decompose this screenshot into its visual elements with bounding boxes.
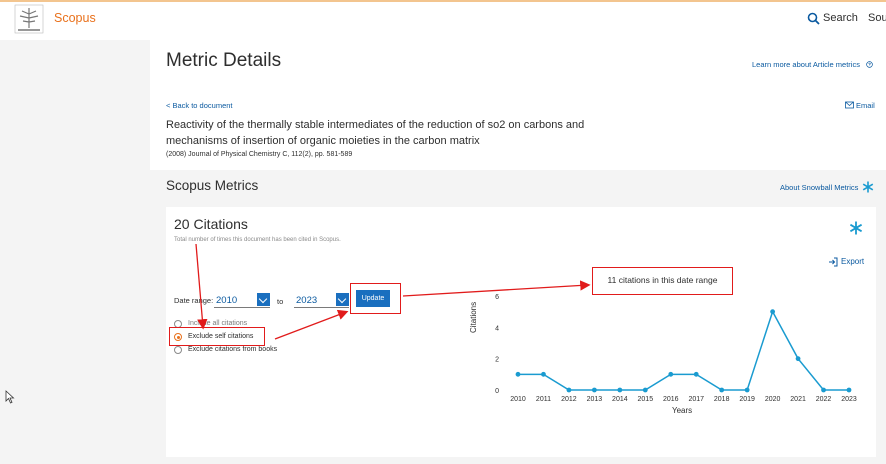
series-line xyxy=(518,309,849,391)
from-year-value: 2010 xyxy=(216,295,238,306)
top-bar xyxy=(0,0,886,40)
search-icon[interactable] xyxy=(807,12,820,25)
x-tick-label: 2017 xyxy=(688,396,704,403)
y-tick-label: 0 xyxy=(495,388,499,395)
to-year-select[interactable]: 2023 xyxy=(294,293,349,308)
x-tick-label: 2012 xyxy=(561,396,577,403)
data-point[interactable] xyxy=(719,387,725,393)
elsevier-logo-icon[interactable] xyxy=(14,4,44,34)
x-tick-label: 2020 xyxy=(765,396,781,403)
exclude-self-highlight-box xyxy=(169,327,265,346)
export-link[interactable]: Export xyxy=(841,257,864,266)
about-snowball-metrics-link[interactable]: About Snowball Metrics xyxy=(780,183,858,192)
document-title: Reactivity of the thermally stable inter… xyxy=(166,119,585,147)
x-tick-label: 2014 xyxy=(612,396,628,403)
citations-line-chart: 0 2 4 6 2010 2011 2012 2013 2014 2015 2016 2017 2018… xyxy=(495,294,857,403)
data-point[interactable] xyxy=(821,387,826,393)
mouse-cursor-icon xyxy=(5,390,15,404)
data-point[interactable] xyxy=(846,387,852,393)
learn-more-link[interactable]: Learn more about Article metrics xyxy=(752,60,860,69)
email-icon[interactable] xyxy=(845,101,854,109)
x-tick-label: 2011 xyxy=(536,396,551,403)
chevron-down-icon[interactable] xyxy=(257,293,270,306)
scopus-brand[interactable]: Scopus xyxy=(54,11,96,25)
data-point[interactable] xyxy=(795,356,801,362)
y-tick-label: 4 xyxy=(495,325,499,332)
data-point[interactable] xyxy=(591,387,597,393)
chevron-down-icon[interactable] xyxy=(336,293,349,306)
chart-x-axis-label: Years xyxy=(672,406,693,415)
sources-link[interactable]: Sour xyxy=(868,12,886,24)
exclude-books-radio[interactable] xyxy=(174,346,182,354)
document-source: (2008) Journal of Physical Chemistry C, … xyxy=(166,151,353,158)
data-point[interactable] xyxy=(617,387,623,393)
data-point[interactable] xyxy=(668,371,674,377)
email-link[interactable]: Email xyxy=(856,101,875,110)
help-icon[interactable] xyxy=(866,61,873,68)
x-tick-label: 2016 xyxy=(663,396,679,403)
data-point[interactable] xyxy=(541,371,546,377)
export-icon[interactable] xyxy=(828,257,838,267)
snowflake-icon[interactable] xyxy=(849,221,863,235)
data-point[interactable] xyxy=(515,371,521,377)
x-tick-label: 2023 xyxy=(841,396,857,403)
citations-count: 20 Citations xyxy=(174,216,248,232)
to-year-value: 2023 xyxy=(296,295,318,306)
data-point[interactable] xyxy=(693,371,699,377)
chart-y-axis-label: Citations xyxy=(469,301,478,333)
to-label: to xyxy=(277,297,284,306)
citations-description: Total number of times this document has … xyxy=(174,237,341,243)
from-year-select[interactable]: 2010 xyxy=(214,293,270,308)
y-tick-label: 2 xyxy=(495,357,499,364)
y-tick-label: 6 xyxy=(495,294,499,301)
x-tick-label: 2010 xyxy=(510,396,526,403)
x-tick-label: 2021 xyxy=(790,396,806,403)
data-point[interactable] xyxy=(566,387,572,393)
page-title: Metric Details xyxy=(166,50,282,71)
exclude-books-label[interactable]: Exclude citations from books xyxy=(188,346,277,353)
data-point[interactable] xyxy=(744,387,750,393)
x-tick-label: 2019 xyxy=(739,396,755,403)
include-all-label[interactable]: Include all citations xyxy=(188,320,247,327)
snowflake-icon[interactable] xyxy=(862,181,874,193)
search-link[interactable]: Search xyxy=(823,12,858,24)
back-to-document-link[interactable]: < Back to document xyxy=(166,101,233,110)
data-point[interactable] xyxy=(770,309,776,315)
date-range-label: Date range: xyxy=(174,296,214,305)
update-highlight-box xyxy=(350,283,401,314)
x-tick-label: 2018 xyxy=(714,396,730,403)
x-tick-label: 2022 xyxy=(816,396,832,403)
scopus-metrics-title: Scopus Metrics xyxy=(166,178,259,193)
x-tick-label: 2013 xyxy=(587,396,603,403)
data-point[interactable] xyxy=(642,387,648,393)
x-tick-label: 2015 xyxy=(638,396,654,403)
